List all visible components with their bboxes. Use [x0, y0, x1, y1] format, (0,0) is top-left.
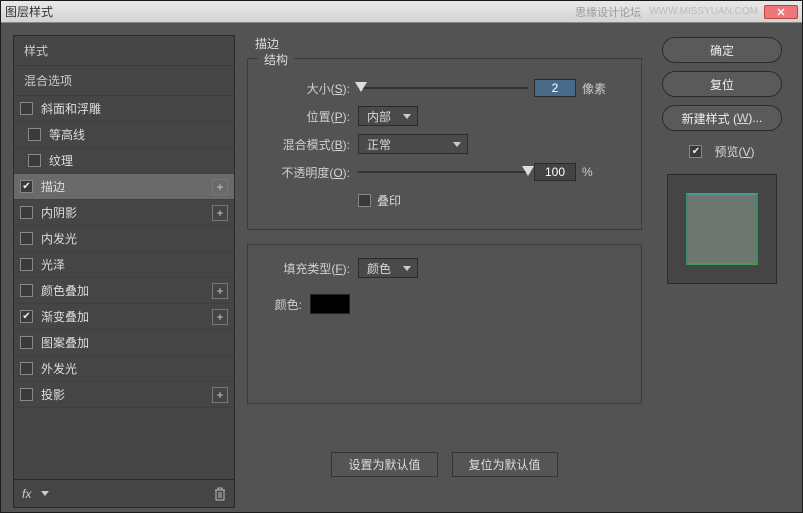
- size-slider[interactable]: [358, 80, 528, 96]
- style-label: 斜面和浮雕: [41, 100, 228, 117]
- window-title: 图层样式: [5, 3, 53, 20]
- style-checkbox[interactable]: [28, 154, 41, 167]
- style-item-1[interactable]: 等高线: [14, 122, 234, 148]
- structure-group: 结构 大小(S): 2 像素 位置(P): 内部 混合模式(B): 正常: [247, 58, 642, 230]
- options-panel: 描边 结构 大小(S): 2 像素 位置(P): 内部 混合模式(B):: [247, 35, 642, 508]
- ok-button[interactable]: 确定: [662, 37, 782, 63]
- style-label: 光泽: [41, 256, 228, 273]
- sidebar-footer: fx: [14, 479, 234, 507]
- style-item-6[interactable]: 光泽: [14, 252, 234, 278]
- style-item-0[interactable]: 斜面和浮雕: [14, 96, 234, 122]
- watermark-text: 思缘设计论坛: [575, 4, 641, 20]
- close-button[interactable]: [764, 5, 798, 19]
- fill-group: 填充类型(F): 颜色 颜色:: [247, 244, 642, 404]
- overprint-checkbox[interactable]: [358, 194, 371, 207]
- position-label: 位置(P):: [262, 108, 358, 125]
- overprint-label: 叠印: [377, 192, 401, 209]
- style-label: 内阴影: [41, 204, 212, 221]
- style-label: 投影: [41, 386, 212, 403]
- style-checkbox[interactable]: [20, 284, 33, 297]
- reset-button[interactable]: 复位: [662, 71, 782, 97]
- style-checkbox[interactable]: [20, 102, 33, 115]
- fill-type-select[interactable]: 颜色: [358, 258, 418, 278]
- structure-title: 结构: [258, 51, 294, 68]
- titlebar: 图层样式 思缘设计论坛 WWW.MISSYUAN.COM: [1, 1, 802, 23]
- opacity-value[interactable]: 100: [534, 163, 576, 181]
- fill-color-swatch[interactable]: [310, 294, 350, 314]
- style-checkbox[interactable]: [20, 336, 33, 349]
- style-label: 外发光: [41, 360, 228, 377]
- add-effect-button[interactable]: +: [212, 205, 228, 221]
- right-panel: 确定 复位 新建样式 (W)... 预览(V): [654, 35, 790, 508]
- style-label: 图案叠加: [41, 334, 228, 351]
- style-label: 内发光: [41, 230, 228, 247]
- style-item-9[interactable]: 图案叠加: [14, 330, 234, 356]
- style-checkbox[interactable]: [28, 128, 41, 141]
- size-unit: 像素: [582, 80, 606, 97]
- style-item-7[interactable]: 颜色叠加+: [14, 278, 234, 304]
- styles-sidebar: 样式 混合选项 斜面和浮雕等高线纹理描边+内阴影+内发光光泽颜色叠加+渐变叠加+…: [13, 35, 235, 508]
- blend-options-header[interactable]: 混合选项: [14, 66, 234, 96]
- style-item-5[interactable]: 内发光: [14, 226, 234, 252]
- style-checkbox[interactable]: [20, 310, 33, 323]
- style-checkbox[interactable]: [20, 258, 33, 271]
- preview-swatch: [686, 193, 758, 265]
- fx-menu[interactable]: fx: [22, 487, 31, 501]
- style-item-2[interactable]: 纹理: [14, 148, 234, 174]
- preview-thumbnail: [667, 174, 777, 284]
- blend-mode-label: 混合模式(B):: [262, 136, 358, 153]
- preview-label: 预览(V): [714, 143, 754, 160]
- dialog-content: 样式 混合选项 斜面和浮雕等高线纹理描边+内阴影+内发光光泽颜色叠加+渐变叠加+…: [1, 23, 802, 512]
- opacity-label: 不透明度(O):: [262, 164, 358, 181]
- add-effect-button[interactable]: +: [212, 179, 228, 195]
- style-checkbox[interactable]: [20, 180, 33, 193]
- style-label: 等高线: [49, 126, 228, 143]
- opacity-slider[interactable]: [358, 164, 528, 180]
- style-label: 纹理: [49, 152, 228, 169]
- style-item-11[interactable]: 投影+: [14, 382, 234, 408]
- style-checkbox[interactable]: [20, 206, 33, 219]
- trash-icon[interactable]: [214, 487, 226, 501]
- make-default-button[interactable]: 设置为默认值: [331, 452, 437, 477]
- blend-mode-select[interactable]: 正常: [358, 134, 468, 154]
- style-item-10[interactable]: 外发光: [14, 356, 234, 382]
- style-item-3[interactable]: 描边+: [14, 174, 234, 200]
- styles-header[interactable]: 样式: [14, 36, 234, 66]
- fill-color-label: 颜色:: [262, 296, 310, 313]
- layer-style-dialog: 图层样式 思缘设计论坛 WWW.MISSYUAN.COM 样式 混合选项 斜面和…: [0, 0, 803, 513]
- panel-title: 描边: [255, 35, 642, 52]
- fill-type-label: 填充类型(F):: [262, 260, 358, 277]
- new-style-button[interactable]: 新建样式 (W)...: [662, 105, 782, 131]
- style-label: 渐变叠加: [41, 308, 212, 325]
- chevron-down-icon: [41, 491, 49, 497]
- opacity-unit: %: [582, 165, 593, 179]
- watermark-url: WWW.MISSYUAN.COM: [649, 6, 758, 17]
- style-checkbox[interactable]: [20, 232, 33, 245]
- style-checkbox[interactable]: [20, 362, 33, 375]
- position-select[interactable]: 内部: [358, 106, 418, 126]
- style-label: 颜色叠加: [41, 282, 212, 299]
- close-icon: [777, 8, 785, 16]
- preview-checkbox[interactable]: [689, 145, 702, 158]
- add-effect-button[interactable]: +: [212, 387, 228, 403]
- style-item-8[interactable]: 渐变叠加+: [14, 304, 234, 330]
- style-item-4[interactable]: 内阴影+: [14, 200, 234, 226]
- style-checkbox[interactable]: [20, 388, 33, 401]
- style-label: 描边: [41, 178, 212, 195]
- add-effect-button[interactable]: +: [212, 309, 228, 325]
- size-label: 大小(S):: [262, 80, 358, 97]
- reset-default-button[interactable]: 复位为默认值: [452, 452, 558, 477]
- add-effect-button[interactable]: +: [212, 283, 228, 299]
- size-value[interactable]: 2: [534, 79, 576, 97]
